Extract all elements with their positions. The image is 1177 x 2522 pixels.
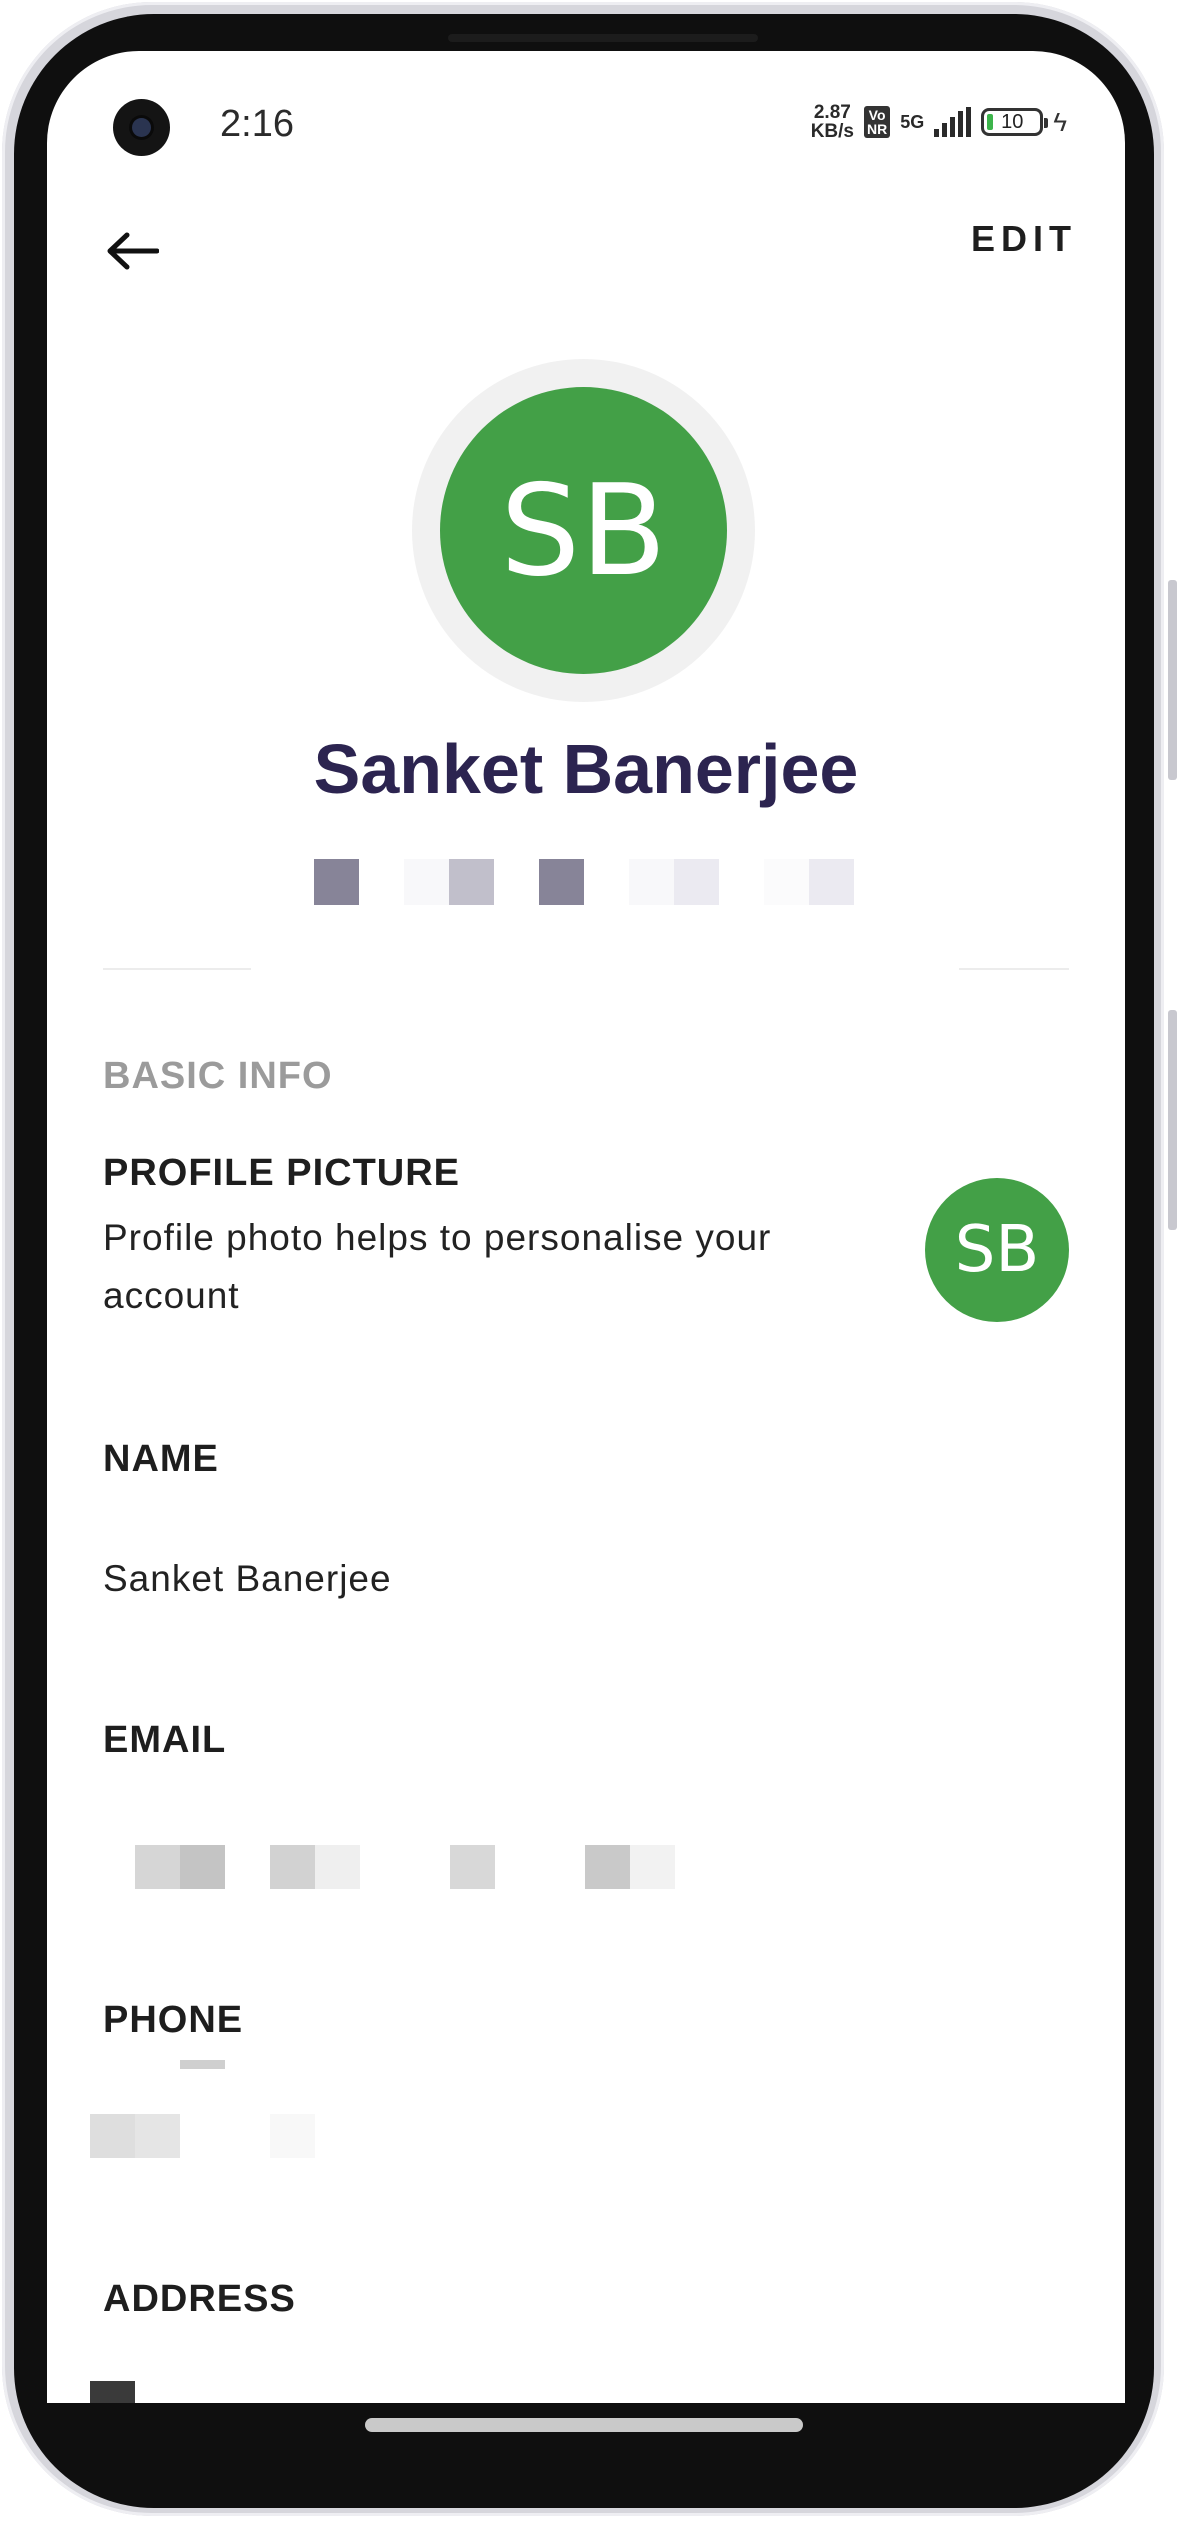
volte-icon: Vo NR <box>863 106 891 138</box>
battery-icon: 10 <box>981 108 1049 136</box>
signal-icon <box>934 107 972 137</box>
app-screen: 2:16 2.87 KB/s Vo NR 5G 10 ϟ EDIT SB San… <box>47 51 1125 2403</box>
phone-label: PHONE <box>103 1999 244 2041</box>
redacted-subtitle <box>314 859 859 905</box>
address-label: ADDRESS <box>103 2278 296 2320</box>
charging-icon: ϟ <box>1053 106 1067 137</box>
power-button <box>1168 1010 1177 1230</box>
name-value: Sanket Banerjee <box>103 1558 392 1599</box>
network-speed: 2.87 KB/s <box>810 102 854 142</box>
profile-picture-label: PROFILE PICTURE <box>103 1152 461 1194</box>
status-icons: 2.87 KB/s Vo NR 5G 10 ϟ <box>811 103 1067 141</box>
section-title-basic-info: BASIC INFO <box>103 1055 333 1097</box>
avatar: SB <box>440 387 727 674</box>
profile-picture-avatar[interactable]: SB <box>925 1178 1069 1322</box>
volume-button <box>1168 580 1177 780</box>
profile-name: Sanket Banerjee <box>313 730 859 808</box>
profile-picture-description: Profile photo helps to personalise your … <box>103 1217 772 1316</box>
front-camera-icon <box>113 99 170 156</box>
divider-right <box>959 968 1069 970</box>
divider-left <box>103 968 251 970</box>
arrow-left-icon <box>107 232 159 270</box>
network-type: 5G <box>900 111 925 132</box>
name-label: NAME <box>103 1438 219 1480</box>
earpiece-speaker <box>448 34 758 42</box>
back-button[interactable] <box>97 216 167 286</box>
email-label: EMAIL <box>103 1719 227 1761</box>
home-indicator[interactable] <box>365 2418 803 2432</box>
status-time: 2:16 <box>220 103 294 145</box>
edit-button[interactable]: EDIT <box>971 209 1077 269</box>
